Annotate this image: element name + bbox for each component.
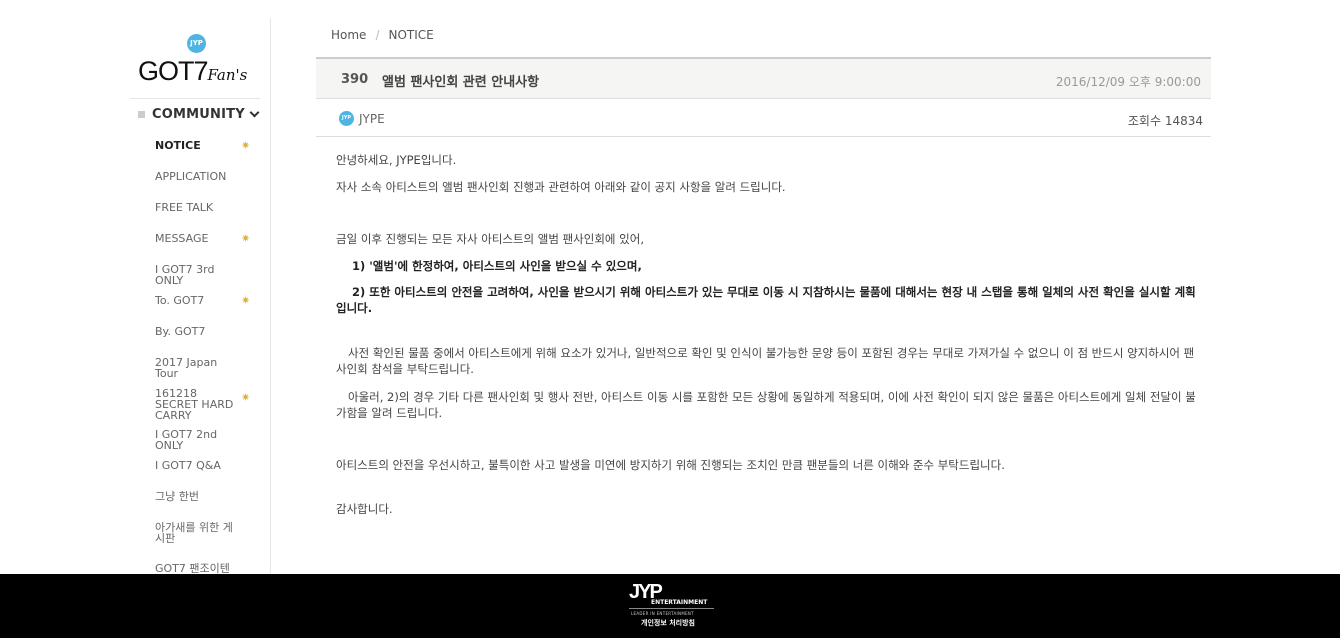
sidebar-item-by-got7[interactable]: By. GOT7 [155,326,260,357]
jyp-author-icon: JYP [339,111,354,126]
breadcrumb: Home / NOTICE [331,28,434,42]
footer-logo-sub: ENTERTAINMENT [651,599,708,606]
post-meta: JYP JYPE 조회수 14834 [316,100,1211,137]
body-paragraph: 아티스트의 안전을 우선시하고, 불특이한 사고 발생을 미연에 방지하기 위해… [336,458,1005,472]
sidebar-item-label: 아가새를 위한 게시판 [155,521,233,545]
body-paragraph: 아울러, 2)의 경우 기타 다른 팬사인회 및 행사 전반, 아티스트 이동 … [336,390,1196,420]
bullet-square-icon [138,111,145,118]
post-date: 2016/12/09 오후 9:00:00 [1055,75,1201,89]
new-star-icon: ✷ [241,232,251,245]
body-paragraph-bold: 2) 또한 아티스트의 안전을 고려하여, 사인을 받으시기 위해 아티스트가 … [336,285,1196,315]
sidebar-item-label: I GOT7 3rd ONLY [155,263,215,287]
site-logo[interactable]: JYP GOT7Fan's [130,18,260,98]
sidebar-item-label: GOT7 팬조이텐 [155,562,230,574]
sidebar-item-got7-fan-event[interactable]: GOT7 팬조이텐 [155,563,260,574]
sidebar-item-label: APPLICATION [155,170,227,183]
breadcrumb-home-link[interactable]: Home [331,28,366,42]
new-star-icon: ✷ [241,139,251,152]
sidebar-item-notice[interactable]: NOTICE ✷ [155,140,260,171]
logo-script: Fan's [207,66,248,84]
footer: JYP ENTERTAINMENT LEADER IN ENTERTAINMEN… [0,574,1340,638]
sidebar-item-i-got7-2nd-only[interactable]: I GOT7 2nd ONLY [155,429,260,460]
footer-logo-rule [629,608,714,609]
privacy-policy-link[interactable]: 개인정보 처리방침 [641,618,695,628]
view-count: 조회수 14834 [1127,114,1203,128]
footer-tagline: LEADER IN ENTERTAINMENT [631,611,694,616]
body-paragraph: 안녕하세요, JYPE입니다. [336,153,457,167]
chevron-down-icon [249,107,260,118]
body-paragraph: 사전 확인된 물품 중에서 아티스트에게 위해 요소가 있거나, 일반적으로 확… [336,346,1195,376]
post-author: JYPE [359,112,385,126]
community-menu: NOTICE ✷ APPLICATION FREE TALK MESSAGE ✷ I… [155,140,260,574]
body-paragraph-bold: 1) '앨범'에 한정하여, 아티스트의 사인을 받으실 수 있으며, [352,259,642,273]
body-paragraph: 감사합니다. [336,502,393,516]
sidebar-item-label: 161218 SECRET HARD CARRY [155,387,234,422]
sidebar-item-message[interactable]: MESSAGE ✷ [155,233,260,264]
sidebar-item-2017-japan-tour[interactable]: 2017 Japan Tour [155,357,260,388]
body-paragraph: 금일 이후 진행되는 모든 자사 아티스트의 앨범 팬사인회에 있어, [336,232,644,246]
post-number: 390 [341,72,369,87]
sidebar-item-secret-hard-carry[interactable]: 161218 SECRET HARD CARRY ✷ [155,388,260,429]
community-label: COMMUNITY [152,107,245,122]
sidebar-item-label: I GOT7 Q&A [155,459,221,472]
sidebar-item-label: By. GOT7 [155,325,206,338]
jyp-entertainment-logo[interactable]: JYP ENTERTAINMENT LEADER IN ENTERTAINMEN… [629,581,714,619]
sidebar-item-baby-bird-board[interactable]: 아가새를 위한 게시판 [155,522,260,563]
sidebar-item-label: To. GOT7 [155,294,205,307]
jyp-badge-icon: JYP [187,34,206,53]
breadcrumb-current[interactable]: NOTICE [388,28,433,42]
sidebar-item-just-once[interactable]: 그냥 한번 [155,491,260,522]
community-menu-toggle[interactable]: COMMUNITY [138,107,260,122]
new-star-icon: ✷ [241,391,251,404]
sidebar-item-label: MESSAGE [155,232,209,245]
new-star-icon: ✷ [241,294,251,307]
sidebar-item-to-got7[interactable]: To. GOT7 ✷ [155,295,260,326]
sidebar-item-i-got7-3rd-only[interactable]: I GOT7 3rd ONLY [155,264,260,295]
sidebar-item-label: FREE TALK [155,201,214,214]
logo-text: GOT7Fan's [138,56,247,87]
sidebar: JYP GOT7Fan's COMMUNITY NOTICE ✷ APPLICAT… [130,18,271,574]
body-paragraph: 자사 소속 아티스트의 앨범 팬사인회 진행과 관련하여 아래와 같이 공지 사… [336,180,786,194]
sidebar-item-i-got7-qna[interactable]: I GOT7 Q&A [155,460,260,491]
sidebar-divider [130,98,260,99]
sidebar-item-label: 2017 Japan Tour [155,356,218,380]
sidebar-item-label: 그냥 한번 [155,490,199,503]
breadcrumb-separator: / [375,28,380,42]
logo-main: GOT7 [138,56,209,86]
post-header: 390 앨범 팬사인회 관련 안내사항 2016/12/09 오후 9:00:0… [316,57,1211,99]
sidebar-item-label: I GOT7 2nd ONLY [155,428,218,452]
sidebar-item-label: NOTICE [155,139,201,152]
post-title: 앨범 팬사인회 관련 안내사항 [382,75,540,90]
sidebar-item-free-talk[interactable]: FREE TALK [155,202,260,233]
sidebar-item-application[interactable]: APPLICATION [155,171,260,202]
